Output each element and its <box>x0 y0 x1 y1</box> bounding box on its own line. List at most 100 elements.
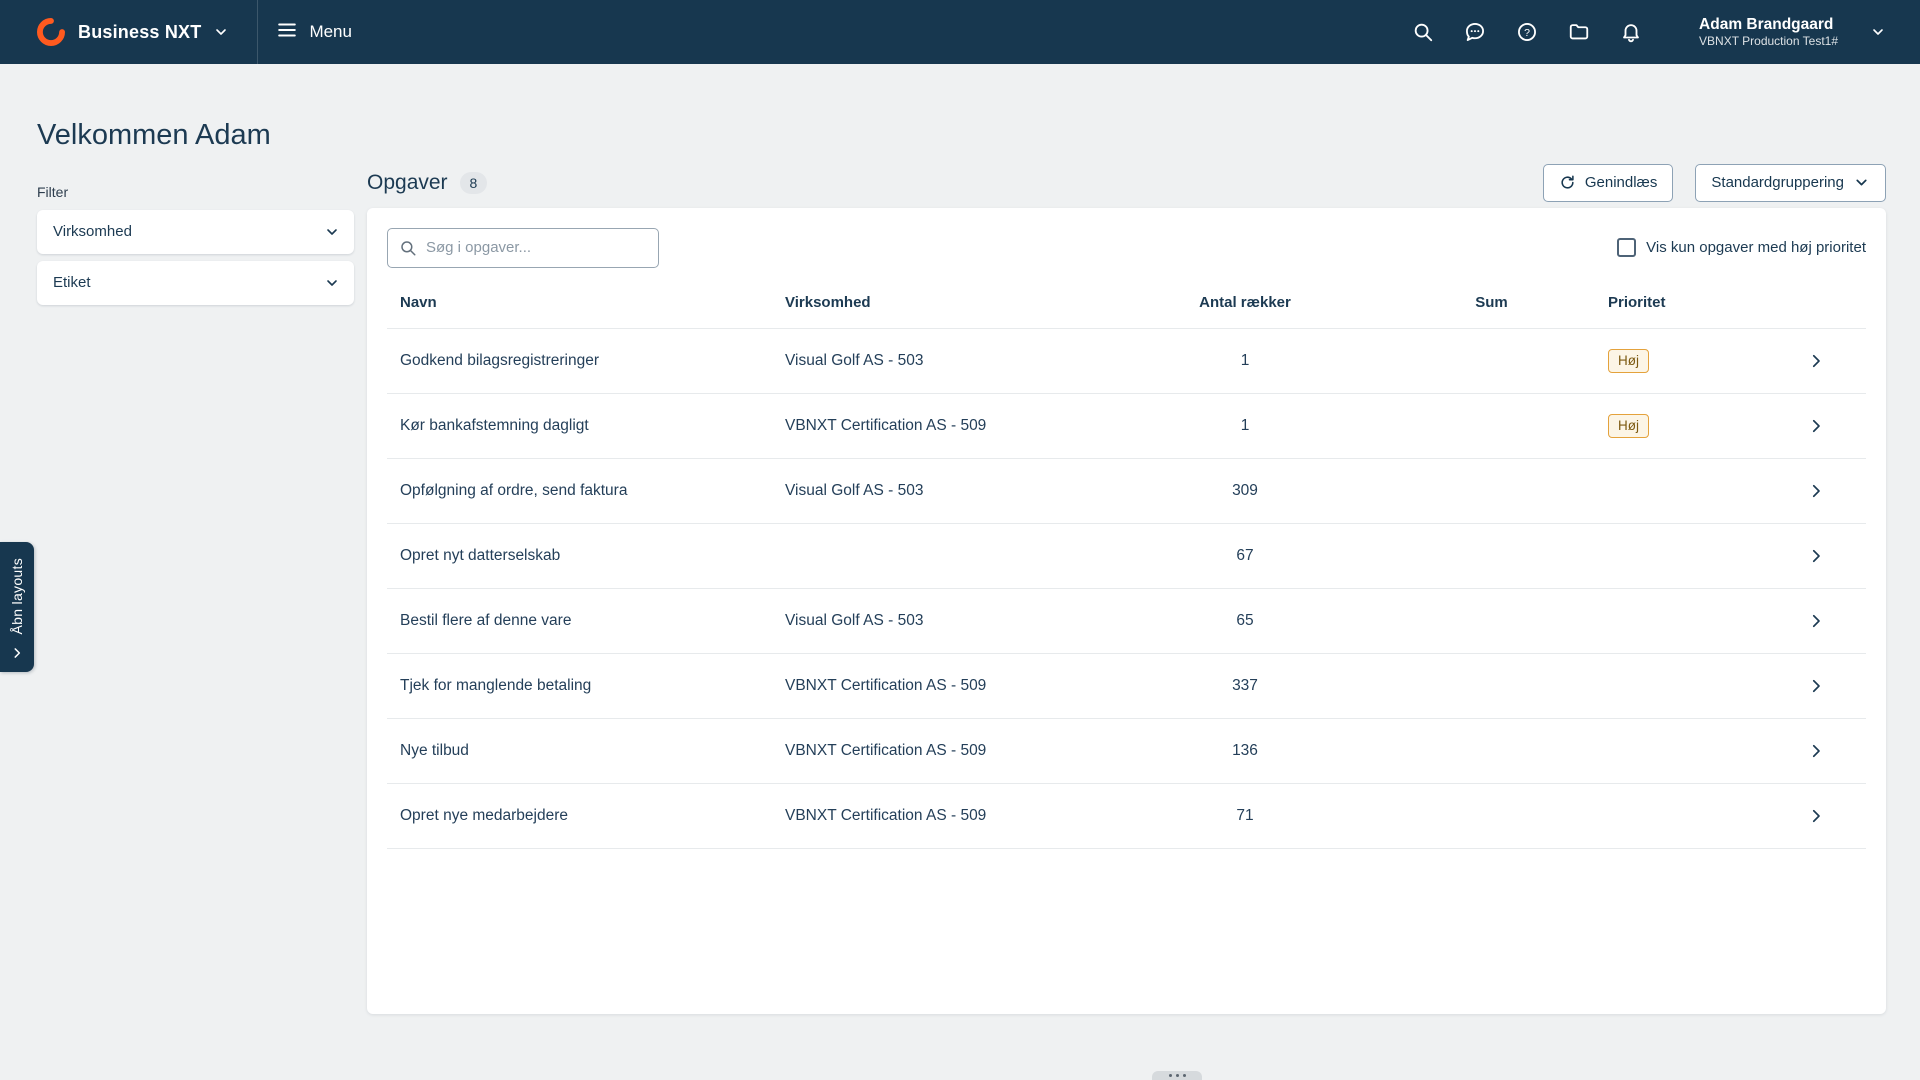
reload-button[interactable]: Genindlæs <box>1543 164 1674 202</box>
chat-icon <box>1464 21 1486 43</box>
task-name: Opret nyt datterselskab <box>400 547 785 565</box>
help-icon: ? <box>1516 21 1538 43</box>
chevron-right-icon[interactable] <box>1778 417 1853 435</box>
search-icon <box>399 239 417 257</box>
tasks-count-badge: 8 <box>460 172 488 194</box>
hamburger-icon <box>276 19 298 46</box>
table-row[interactable]: Opfølgning af ordre, send faktura Visual… <box>387 459 1866 524</box>
notifications-button[interactable] <box>1611 12 1651 52</box>
chevron-down-icon <box>324 275 340 291</box>
grouping-button-label: Standardgruppering <box>1711 174 1844 191</box>
topbar: Business NXT Menu ? <box>0 0 1920 64</box>
task-row-count: 337 <box>1115 677 1375 695</box>
chevron-right-icon[interactable] <box>1778 352 1853 370</box>
brand-title: Business NXT <box>78 22 201 43</box>
task-row-count: 309 <box>1115 482 1375 500</box>
task-row-count: 1 <box>1115 352 1375 370</box>
help-button[interactable]: ? <box>1507 12 1547 52</box>
user-organization: VBNXT Production Test1# <box>1699 34 1838 49</box>
chevron-down-icon <box>1853 174 1870 191</box>
task-name: Opfølgning af ordre, send faktura <box>400 482 785 500</box>
bottom-peek-widget[interactable] <box>1152 1071 1202 1080</box>
tasks-section: Opgaver 8 Genindlæs Standardgruppering <box>367 164 1886 1014</box>
table-row[interactable]: Opret nyt datterselskab 67 <box>387 524 1866 589</box>
reload-button-label: Genindlæs <box>1585 174 1658 191</box>
tasks-card: Vis kun opgaver med høj prioritet Navn V… <box>367 208 1886 1014</box>
search-button[interactable] <box>1403 12 1443 52</box>
table-row[interactable]: Nye tilbud VBNXT Certification AS - 509 … <box>387 719 1866 784</box>
task-company: Visual Golf AS - 503 <box>785 352 1115 370</box>
task-row-count: 67 <box>1115 547 1375 565</box>
folder-icon <box>1568 21 1590 43</box>
table-header-row: Navn Virksomhed Antal rækker Sum Priorit… <box>387 278 1866 329</box>
high-priority-filter[interactable]: Vis kun opgaver med høj prioritet <box>1617 238 1866 257</box>
user-menu[interactable]: Adam Brandgaard VBNXT Production Test1# <box>1699 15 1838 49</box>
task-company: Visual Golf AS - 503 <box>785 612 1115 630</box>
table-row[interactable]: Bestil flere af denne vare Visual Golf A… <box>387 589 1866 654</box>
table-row[interactable]: Tjek for manglende betaling VBNXT Certif… <box>387 654 1866 719</box>
task-name: Bestil flere af denne vare <box>400 612 785 630</box>
high-priority-filter-label: Vis kun opgaver med høj prioritet <box>1646 239 1866 256</box>
user-chevron-down-icon[interactable] <box>1864 18 1892 46</box>
task-row-count: 71 <box>1115 807 1375 825</box>
table-row[interactable]: Opret nye medarbejdere VBNXT Certificati… <box>387 784 1866 849</box>
tag-filter-dropdown[interactable]: Etiket <box>37 261 354 305</box>
company-filter-label: Virksomhed <box>53 223 132 240</box>
task-name: Kør bankafstemning dagligt <box>400 417 785 435</box>
column-header-company: Virksomhed <box>785 294 1115 311</box>
brand-chevron-down-icon[interactable] <box>207 18 235 46</box>
grouping-dropdown-button[interactable]: Standardgruppering <box>1695 164 1886 202</box>
task-name: Tjek for manglende betaling <box>400 677 785 695</box>
menu-label: Menu <box>309 22 352 42</box>
open-layouts-tab[interactable]: Åbn layouts <box>0 542 34 672</box>
app-screen: Business NXT Menu ? <box>0 0 1920 1080</box>
task-company: VBNXT Certification AS - 509 <box>785 807 1115 825</box>
company-filter-dropdown[interactable]: Virksomhed <box>37 210 354 254</box>
task-name: Nye tilbud <box>400 742 785 760</box>
user-name: Adam Brandgaard <box>1699 15 1838 34</box>
chevron-right-icon[interactable] <box>1778 677 1853 695</box>
task-company: VBNXT Certification AS - 509 <box>785 742 1115 760</box>
search-icon <box>1412 21 1434 43</box>
tag-filter-label: Etiket <box>53 274 91 291</box>
open-layouts-label: Åbn layouts <box>9 558 25 634</box>
chevron-right-icon[interactable] <box>1778 742 1853 760</box>
main-menu-button[interactable]: Menu <box>276 19 352 46</box>
task-row-count: 136 <box>1115 742 1375 760</box>
task-company: VBNXT Certification AS - 509 <box>785 677 1115 695</box>
task-name: Opret nye medarbejdere <box>400 807 785 825</box>
chevron-right-icon[interactable] <box>1778 547 1853 565</box>
chevron-right-icon <box>10 646 24 660</box>
column-header-priority: Prioritet <box>1608 294 1778 311</box>
task-company: Visual Golf AS - 503 <box>785 482 1115 500</box>
svg-text:?: ? <box>1524 27 1530 39</box>
chevron-right-icon[interactable] <box>1778 612 1853 630</box>
bell-icon <box>1620 21 1642 43</box>
table-row[interactable]: Godkend bilagsregistreringer Visual Golf… <box>387 329 1866 394</box>
task-name: Godkend bilagsregistreringer <box>400 352 785 370</box>
topbar-divider <box>257 0 258 64</box>
task-company: VBNXT Certification AS - 509 <box>785 417 1115 435</box>
column-header-row-count: Antal rækker <box>1115 294 1375 311</box>
chevron-right-icon[interactable] <box>1778 482 1853 500</box>
tasks-table: Navn Virksomhed Antal rækker Sum Priorit… <box>387 278 1866 849</box>
task-row-count: 1 <box>1115 417 1375 435</box>
chat-button[interactable] <box>1455 12 1495 52</box>
chevron-right-icon[interactable] <box>1778 807 1853 825</box>
filter-label: Filter <box>37 184 354 200</box>
column-header-name: Navn <box>400 294 785 311</box>
search-input[interactable] <box>387 228 659 268</box>
chevron-down-icon <box>324 224 340 240</box>
table-row[interactable]: Kør bankafstemning dagligt VBNXT Certifi… <box>387 394 1866 459</box>
task-row-count: 65 <box>1115 612 1375 630</box>
tasks-title: Opgaver <box>367 171 448 195</box>
high-priority-checkbox[interactable] <box>1617 238 1636 257</box>
page-title: Velkommen Adam <box>37 118 1920 153</box>
column-header-sum: Sum <box>1375 294 1608 311</box>
visma-logo-icon <box>37 18 65 46</box>
priority-badge: Høj <box>1608 349 1649 373</box>
filter-panel: Filter Virksomhed Etiket <box>37 164 354 1014</box>
priority-badge: Høj <box>1608 414 1649 438</box>
folder-button[interactable] <box>1559 12 1599 52</box>
refresh-icon <box>1559 174 1576 191</box>
